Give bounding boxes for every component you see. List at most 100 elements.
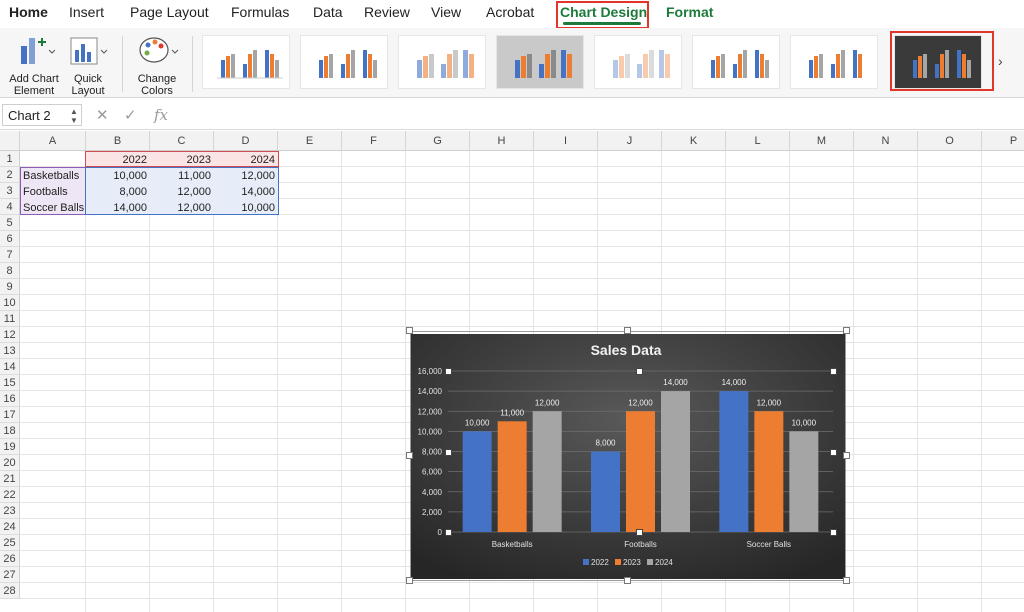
cell-c2[interactable]: 11,000 bbox=[150, 168, 214, 184]
chart-resize-handle[interactable] bbox=[624, 577, 631, 584]
formula-input[interactable] bbox=[176, 106, 1016, 124]
cell-d3[interactable]: 14,000 bbox=[214, 184, 278, 200]
plot-area-handle[interactable] bbox=[445, 368, 452, 375]
quick-layout-button[interactable]: Quick Layout bbox=[64, 34, 112, 97]
chart-style-1[interactable] bbox=[202, 35, 290, 89]
tab-data[interactable]: Data bbox=[313, 4, 343, 20]
row-header[interactable]: 12 bbox=[0, 327, 20, 343]
row-header[interactable]: 22 bbox=[0, 487, 20, 503]
chart-resize-handle[interactable] bbox=[406, 577, 413, 584]
chart-resize-handle[interactable] bbox=[843, 327, 850, 334]
chart-style-3[interactable] bbox=[398, 35, 486, 89]
cell-a2[interactable]: Basketballs bbox=[20, 168, 86, 184]
function-fx-icon[interactable]: fx bbox=[154, 106, 168, 124]
row-header[interactable]: 9 bbox=[0, 279, 20, 295]
plot-area-handle[interactable] bbox=[830, 449, 837, 456]
chart-resize-handle[interactable] bbox=[624, 327, 631, 334]
row-header[interactable]: 24 bbox=[0, 519, 20, 535]
column-header[interactable]: B bbox=[86, 131, 150, 151]
cancel-icon[interactable]: ✕ bbox=[96, 106, 109, 124]
row-header[interactable]: 13 bbox=[0, 343, 20, 359]
tab-view[interactable]: View bbox=[431, 4, 461, 20]
row-header[interactable]: 8 bbox=[0, 263, 20, 279]
row-header[interactable]: 25 bbox=[0, 535, 20, 551]
row-header[interactable]: 4 bbox=[0, 199, 20, 215]
row-header[interactable]: 17 bbox=[0, 407, 20, 423]
plot-area-handle[interactable] bbox=[445, 449, 452, 456]
plot-area-handle[interactable] bbox=[636, 368, 643, 375]
row-header[interactable]: 20 bbox=[0, 455, 20, 471]
chart-resize-handle[interactable] bbox=[406, 452, 413, 459]
add-chart-element-button[interactable]: Add Chart Element bbox=[6, 34, 62, 97]
tab-format[interactable]: Format bbox=[666, 4, 713, 20]
row-header[interactable]: 21 bbox=[0, 471, 20, 487]
plot-area-handle[interactable] bbox=[830, 368, 837, 375]
chart-resize-handle[interactable] bbox=[406, 327, 413, 334]
cell-b3[interactable]: 8,000 bbox=[86, 184, 150, 200]
row-header[interactable]: 5 bbox=[0, 215, 20, 231]
column-header[interactable]: F bbox=[342, 131, 406, 151]
tab-page-layout[interactable]: Page Layout bbox=[130, 4, 209, 20]
row-header[interactable]: 28 bbox=[0, 583, 20, 599]
tab-formulas[interactable]: Formulas bbox=[231, 4, 289, 20]
cell-c4[interactable]: 12,000 bbox=[150, 200, 214, 216]
cell-c1[interactable]: 2023 bbox=[150, 152, 214, 168]
cell-a3[interactable]: Footballs bbox=[20, 184, 86, 200]
tab-insert[interactable]: Insert bbox=[69, 4, 104, 20]
row-header[interactable]: 19 bbox=[0, 439, 20, 455]
column-header[interactable]: G bbox=[406, 131, 470, 151]
row-header[interactable]: 10 bbox=[0, 295, 20, 311]
column-header[interactable]: M bbox=[790, 131, 854, 151]
gallery-next-arrow-icon[interactable]: › bbox=[998, 53, 1003, 69]
chart-style-5[interactable] bbox=[594, 35, 682, 89]
column-header[interactable]: A bbox=[20, 131, 86, 151]
column-header[interactable]: E bbox=[278, 131, 342, 151]
tab-home[interactable]: Home bbox=[9, 4, 48, 20]
column-header[interactable]: N bbox=[854, 131, 918, 151]
column-header[interactable]: D bbox=[214, 131, 278, 151]
row-header[interactable]: 16 bbox=[0, 391, 20, 407]
name-box-arrows-icon[interactable]: ▲ ▼ bbox=[70, 107, 78, 125]
tab-acrobat[interactable]: Acrobat bbox=[486, 4, 534, 20]
row-header[interactable]: 27 bbox=[0, 567, 20, 583]
cell-c3[interactable]: 12,000 bbox=[150, 184, 214, 200]
column-header[interactable]: L bbox=[726, 131, 790, 151]
column-header[interactable]: K bbox=[662, 131, 726, 151]
chart-style-4[interactable] bbox=[496, 35, 584, 89]
row-header[interactable]: 6 bbox=[0, 231, 20, 247]
row-header[interactable]: 11 bbox=[0, 311, 20, 327]
row-header[interactable]: 1 bbox=[0, 151, 20, 167]
cell-a4[interactable]: Soccer Balls bbox=[20, 200, 86, 216]
change-colors-button[interactable]: Change Colors bbox=[130, 34, 184, 97]
row-header[interactable]: 23 bbox=[0, 503, 20, 519]
row-header[interactable]: 7 bbox=[0, 247, 20, 263]
cell-d1[interactable]: 2024 bbox=[214, 152, 278, 168]
cell-b2[interactable]: 10,000 bbox=[86, 168, 150, 184]
chart-title[interactable]: Sales Data bbox=[591, 342, 662, 358]
chart-resize-handle[interactable] bbox=[843, 452, 850, 459]
cell-d4[interactable]: 10,000 bbox=[214, 200, 278, 216]
cell-d2[interactable]: 12,000 bbox=[214, 168, 278, 184]
chart-style-2[interactable] bbox=[300, 35, 388, 89]
column-header[interactable]: I bbox=[534, 131, 598, 151]
row-header[interactable]: 3 bbox=[0, 183, 20, 199]
tab-review[interactable]: Review bbox=[364, 4, 410, 20]
row-header[interactable]: 18 bbox=[0, 423, 20, 439]
row-header[interactable]: 14 bbox=[0, 359, 20, 375]
column-header[interactable]: O bbox=[918, 131, 982, 151]
chart-style-7[interactable] bbox=[790, 35, 878, 89]
enter-check-icon[interactable]: ✓ bbox=[124, 106, 137, 124]
column-header[interactable]: H bbox=[470, 131, 534, 151]
plot-area-handle[interactable] bbox=[445, 529, 452, 536]
plot-area-handle[interactable] bbox=[636, 529, 643, 536]
chart-resize-handle[interactable] bbox=[843, 577, 850, 584]
cell-b4[interactable]: 14,000 bbox=[86, 200, 150, 216]
chart-style-6[interactable] bbox=[692, 35, 780, 89]
row-header[interactable]: 26 bbox=[0, 551, 20, 567]
cell-b1[interactable]: 2022 bbox=[86, 152, 150, 168]
column-header[interactable]: P bbox=[982, 131, 1024, 151]
column-header[interactable]: C bbox=[150, 131, 214, 151]
plot-area-handle[interactable] bbox=[830, 529, 837, 536]
column-header[interactable]: J bbox=[598, 131, 662, 151]
row-header[interactable]: 2 bbox=[0, 167, 20, 183]
